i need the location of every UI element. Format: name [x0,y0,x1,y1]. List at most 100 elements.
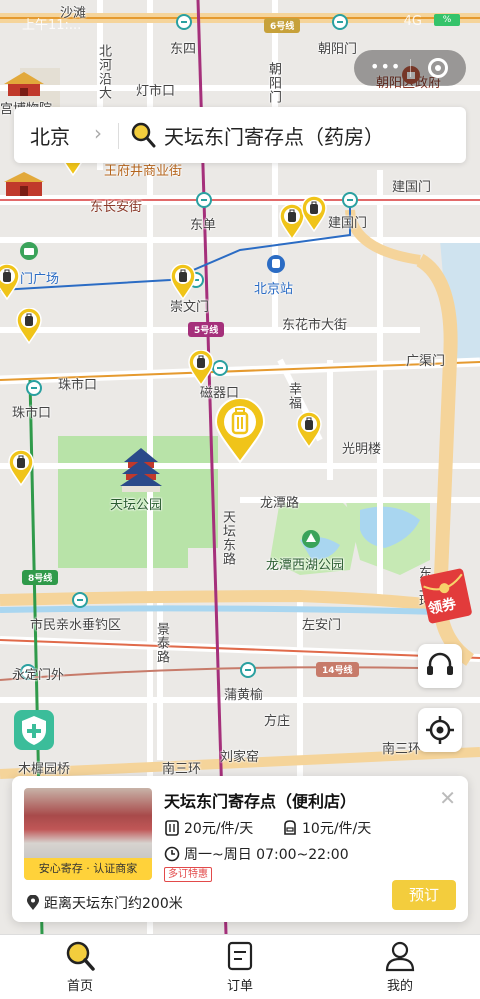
price-large-text: 20元/件/天 [184,821,254,837]
station-zhushikou [26,380,42,396]
search-bar[interactable]: 北京 › 天坛东门寄存点（药房） [14,107,466,163]
label-nansanhuan: 南三环 [162,762,202,777]
luggage-pin[interactable] [16,308,42,344]
certified-badge: 安心寄存 · 认证商家 [24,858,152,880]
price-small-text: 10元/件/天 [302,821,372,837]
label-liujiayao: 刘家窑 [220,750,260,765]
line8-tag: 8号线 [22,570,59,585]
coupon-button[interactable]: 领券 [420,566,480,624]
label-yongdingmenwai: 永定门外 [12,668,65,683]
palace-icon [4,72,44,96]
line14-tag: 14号线 [316,662,359,677]
label-muxiyuan: 木樨园桥 [18,762,71,777]
station-jianguomen [342,192,358,208]
label-guangminglou: 光明楼 [342,442,382,457]
search-divider [118,123,119,149]
store-title: 天坛东门寄存点（便利店） [164,792,357,811]
store-card[interactable]: 安心寄存 · 认证商家 天坛东门寄存点（便利店） ✕ 20元/件/天 10元/件… [12,776,468,922]
label-longtanlu: 龙潭路 [260,496,300,511]
locate-icon [426,716,454,744]
more-icon[interactable]: ••• [370,59,401,75]
book-button[interactable]: 预订 [392,880,456,910]
label-tiantandonglu: 天坛东路 [220,510,235,566]
locate-me-button[interactable] [418,708,462,752]
label-jingtailu: 景泰路 [154,622,169,664]
station-line8 [72,592,88,608]
tab-profile[interactable]: 我的 [340,939,460,994]
selected-location-pin[interactable] [214,398,266,464]
customer-service-button[interactable] [418,644,462,688]
status-time: 上午11:... [22,18,82,33]
close-miniprogram-icon[interactable] [428,58,448,78]
price-small-luggage: 10元/件/天 [282,818,371,838]
location-icon [27,895,39,910]
battery-icon: % [434,14,460,26]
luggage-pin[interactable] [8,450,34,486]
distance-text: 距离天坛东门约200米 [44,896,183,912]
label-fangzhuang: 方庄 [264,714,291,729]
price-large-luggage: 20元/件/天 [164,818,253,838]
suitcase-icon [165,820,179,836]
label-jianguomen-st: 建国门 [328,216,368,231]
label-zuoanmen: 左安门 [302,618,342,633]
distance-info: 距离天坛东门约200米 [26,893,183,913]
label-menguangchang: 门广场 [20,272,60,287]
line5-tag: 5号线 [188,322,225,337]
label-puhuangyu: 蒲黄榆 [224,688,264,703]
hours-text: 周一~周日 07:00~22:00 [184,847,349,863]
luggage-pin[interactable] [301,196,327,232]
clock-icon [164,846,180,862]
label-beiheyan: 北河沿大 [96,44,111,100]
search-icon [131,122,156,148]
camera-poi-icon [20,242,38,260]
chevron-right-icon: › [94,121,102,145]
tab-orders-label: 订单 [226,979,253,994]
label-tiantan-park: 天坛公园 [110,498,163,513]
label-jianguomen: 建国门 [392,180,432,195]
search-icon [66,941,95,971]
close-icon[interactable]: ✕ [439,786,456,810]
label-donghuashi: 东花市大街 [282,318,348,333]
tab-profile-label: 我的 [386,979,413,994]
label-dengshikou: 灯市口 [136,84,176,99]
tab-home-label: 首页 [66,979,93,994]
label-guangqumen: 广渠门 [406,354,446,369]
station-ciqikou [212,360,228,376]
status-bar: 上午11:... 4G % [0,0,480,44]
label-nansanhuan2: 南三环 [382,742,422,757]
station-dongdan [196,192,212,208]
temple-of-heaven-icon [120,448,162,492]
city-selector[interactable]: 北京 [30,121,70,150]
tab-home[interactable]: 首页 [20,939,140,994]
label-zhushikou: 珠市口 [12,406,52,421]
luggage-pin[interactable] [296,412,322,448]
backpack-icon [284,820,296,835]
label-xingfu: 幸福 [286,382,301,410]
miniprogram-capsule: ••• [354,50,466,86]
label-zhushikou-road: 珠市口 [58,378,98,393]
luggage-pin[interactable] [188,350,214,386]
tab-bar: 首页 订单 我的 [0,934,480,999]
capsule-divider [410,59,411,77]
park-icon [302,530,320,548]
store-photo: 安心寄存 · 认证商家 [24,788,152,880]
train-station-icon [267,255,285,273]
tiananmen-icon [4,172,44,196]
luggage-pin[interactable] [170,264,196,300]
station-puhuangyu [240,662,256,678]
label-shiminqin: 市民亲水垂钓区 [30,618,122,633]
headset-icon [427,652,453,675]
label-chaoyang-vert: 朝阳门 [266,62,281,104]
insurance-button[interactable] [14,710,54,750]
label-longtanxihu: 龙潭西湖公园 [266,558,345,573]
shield-plus-icon [22,716,46,745]
luggage-pin[interactable] [0,264,20,300]
label-dongchangan: 东长安街 [90,200,143,215]
tab-orders[interactable]: 订单 [180,939,300,994]
opening-hours: 周一~周日 07:00~22:00 [164,844,349,864]
search-query[interactable]: 天坛东门寄存点（药房） [164,121,384,150]
user-icon [385,941,415,972]
label-beijingzhan: 北京站 [254,282,294,297]
label-dongdan: 东单 [190,218,217,233]
status-signal: 4G [403,14,422,29]
